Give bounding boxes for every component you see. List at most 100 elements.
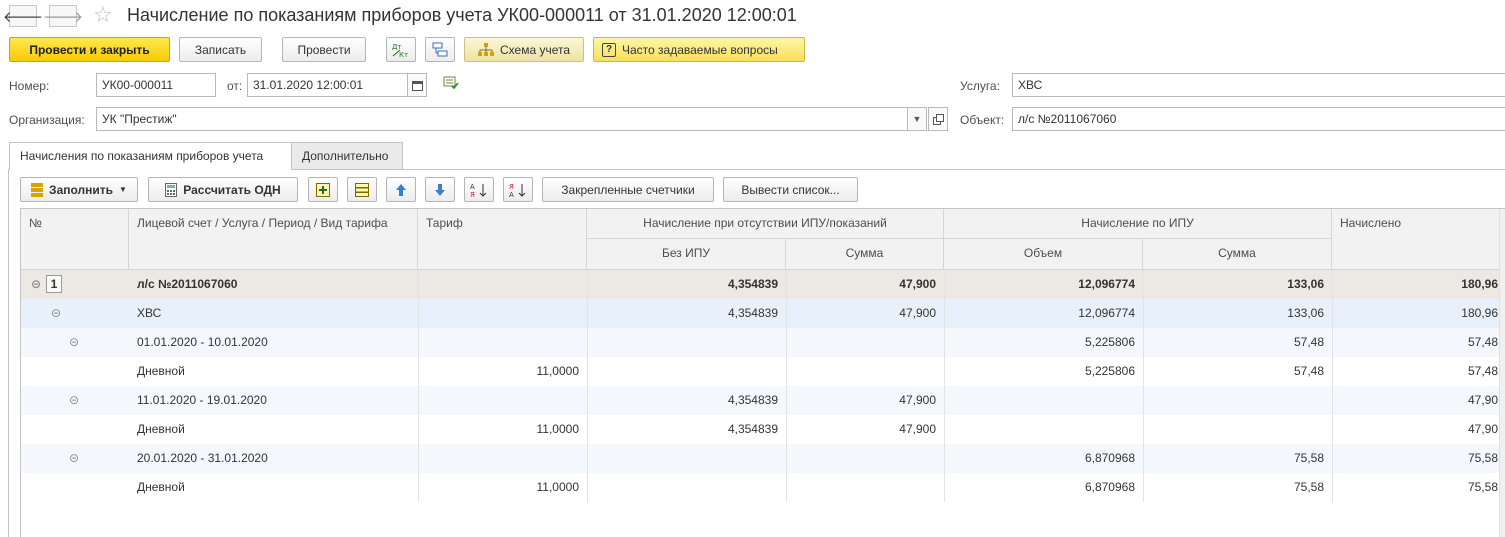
header-ipu-sum[interactable]: Сумма bbox=[1143, 239, 1332, 270]
assigned-meters-button[interactable]: Закрепленные счетчики bbox=[542, 177, 714, 202]
svg-text:Я: Я bbox=[470, 191, 475, 198]
calendar-button[interactable] bbox=[407, 73, 427, 97]
header-tariff[interactable]: Тариф bbox=[418, 209, 587, 270]
column-separator bbox=[1332, 386, 1333, 415]
tab-meter-charges[interactable]: Начисления по показаниям приборов учета bbox=[9, 142, 292, 170]
row-number: 1 bbox=[46, 275, 62, 293]
column-separator bbox=[1332, 328, 1333, 357]
collapse-icon[interactable]: ⊝ bbox=[31, 270, 41, 299]
table-row[interactable]: Дневной 11,0000 6,870968 75,58 75,58 bbox=[21, 473, 1505, 502]
cell-ipu-volume: 12,096774 bbox=[1078, 306, 1135, 320]
table-row[interactable]: Дневной 11,0000 5,225806 57,48 57,48 bbox=[21, 357, 1505, 386]
org-open-button[interactable] bbox=[928, 107, 948, 131]
column-separator bbox=[1332, 357, 1333, 386]
add-group-button[interactable] bbox=[347, 177, 377, 202]
column-separator bbox=[1332, 473, 1333, 502]
date-field[interactable]: 31.01.2020 12:00:01 bbox=[247, 73, 408, 97]
add-row-button[interactable] bbox=[308, 177, 338, 202]
service-field[interactable]: ХВС bbox=[1012, 73, 1505, 97]
sort-asc-button[interactable]: АЯ bbox=[464, 177, 494, 202]
cell-ipu-sum bbox=[1143, 415, 1332, 444]
cell-charged: 47,90 bbox=[1467, 422, 1498, 436]
table-row[interactable]: Дневной 11,0000 4,354839 47,900 47,90 bbox=[21, 415, 1505, 444]
object-field[interactable]: л/с №2011067060 bbox=[1012, 107, 1505, 131]
fill-button[interactable]: Заполнить ▼ bbox=[20, 177, 138, 202]
cell-ipu-sum bbox=[1143, 386, 1332, 415]
org-label: Организация: bbox=[9, 113, 85, 127]
star-icon[interactable]: ☆ bbox=[93, 2, 113, 28]
column-separator bbox=[944, 357, 945, 386]
column-separator bbox=[1143, 415, 1144, 444]
column-separator bbox=[587, 473, 588, 502]
table-row[interactable]: ⊝ ХВС 4,354839 47,900 12,096774 133,06 180,96 bbox=[21, 299, 1505, 328]
header-ipu-volume[interactable]: Объем bbox=[944, 239, 1143, 270]
cell-no-ipu-sum: 47,900 bbox=[899, 277, 936, 291]
svg-text:Кт: Кт bbox=[399, 51, 408, 59]
cell-no-ipu bbox=[587, 444, 786, 473]
column-separator bbox=[786, 328, 787, 357]
svg-text:Я: Я bbox=[509, 183, 514, 191]
arrow-down-icon bbox=[435, 183, 445, 196]
column-separator bbox=[418, 357, 419, 386]
column-separator bbox=[786, 415, 787, 444]
charges-table[interactable]: № Лицевой счет / Услуга / Период / Вид т… bbox=[20, 208, 1505, 537]
cell-account: 11.01.2020 - 19.01.2020 bbox=[137, 393, 267, 407]
org-field[interactable]: УК "Престиж" bbox=[96, 107, 908, 131]
scheme-button[interactable]: Схема учета bbox=[464, 37, 584, 62]
calc-odn-button[interactable]: Рассчитать ОДН bbox=[148, 177, 298, 202]
column-separator bbox=[1143, 386, 1144, 415]
number-field[interactable]: УК00-000011 bbox=[96, 73, 216, 97]
column-separator bbox=[786, 386, 787, 415]
column-separator bbox=[944, 270, 945, 299]
vertical-scrollbar[interactable] bbox=[1499, 209, 1505, 537]
header-account[interactable]: Лицевой счет / Услуга / Период / Вид тар… bbox=[129, 209, 418, 270]
print-list-button[interactable]: Вывести список... bbox=[723, 177, 858, 202]
table-row[interactable]: ⊝ 11.01.2020 - 19.01.2020 4,354839 47,900 47… bbox=[21, 386, 1505, 415]
cell-charged: 75,58 bbox=[1467, 451, 1498, 465]
svg-text:Дт: Дт bbox=[392, 43, 402, 51]
column-separator bbox=[1332, 415, 1333, 444]
check-list-icon[interactable] bbox=[443, 76, 459, 93]
header-no-ipu-sum[interactable]: Сумма bbox=[786, 239, 944, 270]
post-button[interactable]: Провести bbox=[282, 37, 366, 62]
column-separator bbox=[1332, 444, 1333, 473]
dt-kt-button[interactable]: Дт Кт bbox=[386, 37, 416, 62]
cell-tariff bbox=[418, 444, 587, 473]
header-charged[interactable]: Начислено bbox=[1332, 209, 1505, 270]
cell-account: л/с №2011067060 bbox=[137, 277, 238, 291]
table-row[interactable]: ⊝ 20.01.2020 - 31.01.2020 6,870968 75,58 75,… bbox=[21, 444, 1505, 473]
cell-tariff bbox=[418, 386, 587, 415]
move-down-button[interactable] bbox=[425, 177, 455, 202]
back-button[interactable]: 🡐 bbox=[3, 5, 43, 27]
header-no-ipu[interactable]: Без ИПУ bbox=[587, 239, 786, 270]
cell-charged: 180,96 bbox=[1461, 277, 1498, 291]
chevron-down-icon: ▼ bbox=[119, 185, 127, 194]
structure-button[interactable] bbox=[425, 37, 455, 62]
arrow-up-icon bbox=[396, 183, 406, 196]
column-separator bbox=[587, 299, 588, 328]
save-button[interactable]: Записать bbox=[179, 37, 262, 62]
cell-ipu-volume: 6,870968 bbox=[1084, 451, 1135, 465]
table-row[interactable]: ⊝ 01.01.2020 - 10.01.2020 5,225806 57,48 57,… bbox=[21, 328, 1505, 357]
calc-odn-label: Рассчитать ОДН bbox=[183, 182, 281, 197]
collapse-icon[interactable]: ⊝ bbox=[69, 386, 79, 415]
move-up-button[interactable] bbox=[386, 177, 416, 202]
org-dropdown-button[interactable]: ▼ bbox=[907, 107, 927, 131]
table-row[interactable]: ⊝ 1 л/с №2011067060 4,354839 47,900 12,096774… bbox=[21, 270, 1505, 299]
column-separator bbox=[587, 415, 588, 444]
collapse-icon[interactable]: ⊝ bbox=[69, 444, 79, 473]
column-separator bbox=[418, 473, 419, 502]
tab-additional[interactable]: Дополнительно bbox=[291, 142, 403, 169]
column-separator bbox=[587, 444, 588, 473]
forward-button[interactable]: 🡒 bbox=[43, 5, 83, 27]
post-and-close-button[interactable]: Провести и закрыть bbox=[9, 37, 170, 62]
collapse-icon[interactable]: ⊝ bbox=[51, 299, 61, 328]
sort-desc-button[interactable]: ЯА bbox=[503, 177, 533, 202]
cell-account: Дневной bbox=[137, 364, 185, 378]
header-num[interactable]: № bbox=[21, 209, 129, 270]
cell-tariff bbox=[418, 299, 587, 328]
faq-button[interactable]: ? Часто задаваемые вопросы bbox=[593, 37, 805, 62]
cell-charged: 47,90 bbox=[1467, 393, 1498, 407]
cell-no-ipu-sum bbox=[786, 473, 944, 502]
collapse-icon[interactable]: ⊝ bbox=[69, 328, 79, 357]
